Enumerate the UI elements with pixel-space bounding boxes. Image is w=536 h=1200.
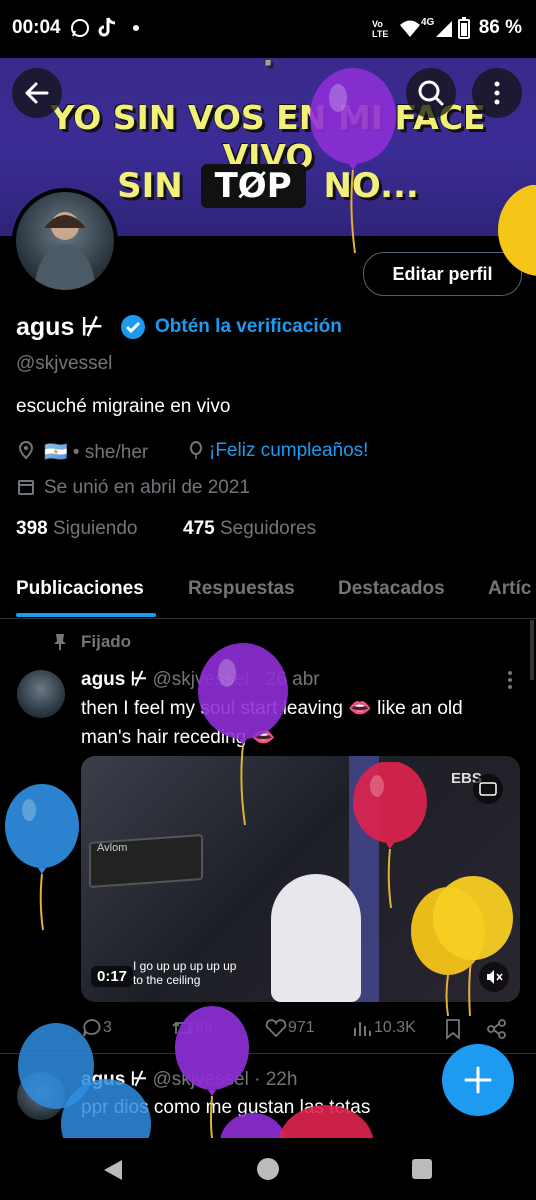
bookmark-icon[interactable]: [443, 1018, 463, 1040]
followers-link[interactable]: 475 Seguidores: [183, 518, 316, 540]
video-duration: 0:17: [91, 966, 134, 987]
video-brand-text: Avlom: [97, 842, 128, 854]
tab-articles[interactable]: Artíc: [488, 578, 531, 600]
nav-back-button[interactable]: [102, 1158, 124, 1182]
tweet-author-name[interactable]: agus ⊬: [81, 669, 147, 690]
tweet-avatar[interactable]: [17, 670, 65, 718]
pin-icon: [54, 634, 66, 650]
more-options-button[interactable]: [472, 68, 522, 118]
nav-recents-button[interactable]: [411, 1158, 433, 1180]
joined-date: Se unió en abril de 2021: [44, 477, 250, 498]
battery-percent: 86 %: [478, 17, 522, 38]
display-name: agus ⊬: [16, 313, 104, 341]
following-link[interactable]: 398 Siguiendo: [16, 518, 138, 540]
captions-icon: [479, 782, 497, 796]
video-person: [271, 874, 361, 1002]
notification-dot-icon: [133, 25, 139, 31]
followers-label: Seguidores: [219, 518, 317, 539]
video-subtitle-line-1: I go up up up up up: [133, 959, 237, 973]
profile-avatar[interactable]: [12, 188, 118, 294]
location-pin-icon: [18, 440, 34, 460]
blue-balloon: [5, 784, 79, 931]
tab-divider: [0, 618, 536, 619]
compose-post-button[interactable]: [442, 1044, 514, 1116]
verified-badge-icon: [121, 315, 145, 339]
followers-count: 475: [183, 518, 215, 539]
plus-icon: [464, 1066, 492, 1094]
scrollbar[interactable]: [530, 620, 534, 680]
captions-button[interactable]: [473, 774, 503, 804]
blue-balloon: [61, 1079, 151, 1138]
battery-icon: [458, 17, 470, 39]
profile-location: 🇦🇷 • she/her: [44, 442, 149, 463]
nav-home-button[interactable]: [256, 1157, 280, 1181]
wifi-icon: [400, 20, 420, 37]
tweet-date: · 22h: [254, 1069, 298, 1090]
tiktok-icon: [98, 17, 116, 37]
android-nav-bar: [0, 1138, 536, 1200]
banner-word-sin: SIN: [117, 166, 183, 206]
signal-icon: [436, 21, 452, 37]
purple-balloon: [310, 68, 396, 254]
view-count: 10.3K: [374, 1019, 416, 1037]
heart-icon: [265, 1019, 287, 1038]
tab-replies[interactable]: Respuestas: [188, 578, 295, 600]
profile-bio: escuché migraine en vivo: [16, 396, 231, 417]
search-icon: [418, 80, 444, 106]
avatar-person-image: [34, 212, 96, 290]
get-verified-link[interactable]: Obtén la verificación: [155, 316, 342, 338]
yellow-balloon-pair: [411, 876, 513, 1016]
calendar-icon: [18, 480, 34, 495]
red-balloon: [278, 1105, 374, 1138]
tab-posts[interactable]: Publicaciones: [16, 578, 144, 600]
active-tab-indicator: [16, 613, 156, 617]
balloon-birthday-icon: [190, 441, 202, 459]
views-button[interactable]: 10.3K: [352, 1018, 416, 1038]
profile-handle: @skjvessel: [16, 353, 113, 374]
views-chart-icon: [354, 1022, 371, 1036]
share-icon[interactable]: [486, 1018, 508, 1040]
following-count: 398: [16, 518, 48, 539]
video-subtitles: I go up up up up up to the ceiling: [133, 959, 236, 987]
volte-label: Vo LTE: [372, 19, 389, 39]
status-time: 00:04: [12, 17, 61, 38]
birthday-link[interactable]: ¡Feliz cumpleaños!: [209, 440, 368, 462]
back-button[interactable]: [12, 68, 62, 118]
like-button[interactable]: 971: [264, 1018, 315, 1038]
whatsapp-icon: [71, 19, 89, 37]
pinned-label: Fijado: [81, 632, 132, 651]
back-arrow-icon: [25, 82, 49, 104]
reply-count: 3: [103, 1019, 112, 1037]
video-subtitle-line-2: to the ceiling: [133, 973, 201, 987]
tweet-more-icon[interactable]: [500, 670, 520, 690]
network-type: 4G: [421, 17, 435, 28]
tab-highlights[interactable]: Destacados: [338, 578, 445, 600]
more-vertical-icon: [494, 81, 500, 105]
status-bar: 00:04 Vo LTE 4G 86 %: [0, 0, 536, 58]
banner-word-top: TØP: [200, 164, 306, 208]
search-button[interactable]: [406, 68, 456, 118]
purple-balloon: [198, 643, 288, 826]
yellow-balloon: [498, 185, 536, 276]
like-count: 971: [288, 1019, 315, 1037]
following-label: Siguiendo: [52, 518, 138, 539]
